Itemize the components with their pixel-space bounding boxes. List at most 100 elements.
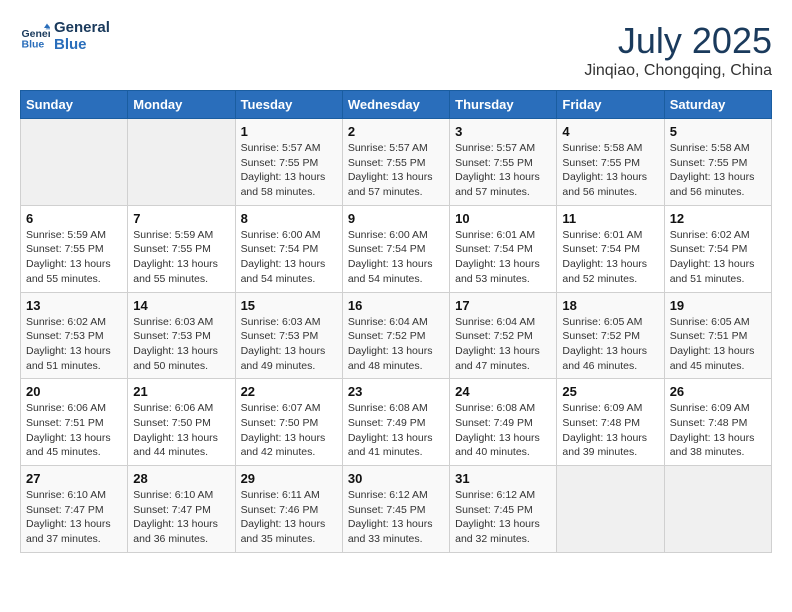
day-cell-empty bbox=[21, 119, 128, 206]
svg-text:Blue: Blue bbox=[22, 38, 45, 50]
day-cell-5: 5 Sunrise: 5:58 AMSunset: 7:55 PMDaylight… bbox=[664, 119, 771, 206]
header-tuesday: Tuesday bbox=[235, 91, 342, 119]
day-info: Sunrise: 6:04 AMSunset: 7:52 PMDaylight:… bbox=[455, 315, 551, 374]
day-number: 23 bbox=[348, 384, 444, 399]
day-number: 21 bbox=[133, 384, 229, 399]
day-info: Sunrise: 6:10 AMSunset: 7:47 PMDaylight:… bbox=[133, 488, 229, 547]
day-number: 5 bbox=[670, 124, 766, 139]
day-cell-21: 21Sunrise: 6:06 AMSunset: 7:50 PMDayligh… bbox=[128, 379, 235, 466]
day-cell-27: 27 Sunrise: 6:10 AMSunset: 7:47 PMDayligh… bbox=[21, 466, 128, 553]
week-row-2: 6Sunrise: 5:59 AMSunset: 7:55 PMDaylight… bbox=[21, 205, 772, 292]
day-number: 14 bbox=[133, 298, 229, 313]
day-info: Sunrise: 6:00 AMSunset: 7:54 PMDaylight:… bbox=[241, 228, 337, 287]
day-info: Sunrise: 6:07 AMSunset: 7:50 PMDaylight:… bbox=[241, 401, 337, 460]
day-info: Sunrise: 6:05 AMSunset: 7:51 PMDaylight:… bbox=[670, 315, 766, 374]
day-info: Sunrise: 6:01 AMSunset: 7:54 PMDaylight:… bbox=[455, 228, 551, 287]
week-row-1: 1Sunrise: 5:57 AMSunset: 7:55 PMDaylight… bbox=[21, 119, 772, 206]
day-info: Sunrise: 5:58 AMSunset: 7:55 PMDaylight:… bbox=[562, 141, 658, 200]
day-cell-empty bbox=[664, 466, 771, 553]
week-row-5: 27 Sunrise: 6:10 AMSunset: 7:47 PMDayligh… bbox=[21, 466, 772, 553]
day-info: Sunrise: 6:00 AMSunset: 7:54 PMDaylight:… bbox=[348, 228, 444, 287]
day-cell-31: 31 Sunrise: 6:12 AMSunset: 7:45 PMDayligh… bbox=[450, 466, 557, 553]
day-info: Sunrise: 6:12 AMSunset: 7:45 PMDaylight:… bbox=[455, 488, 551, 547]
day-number: 7 bbox=[133, 211, 229, 226]
day-info: Sunrise: 6:12 AMSunset: 7:45 PMDaylight:… bbox=[348, 488, 444, 547]
day-number: 22 bbox=[241, 384, 337, 399]
logo: General Blue General Blue bbox=[20, 20, 110, 53]
day-cell-20: 20 Sunrise: 6:06 AMSunset: 7:51 PMDayligh… bbox=[21, 379, 128, 466]
header-saturday: Saturday bbox=[664, 91, 771, 119]
day-number: 19 bbox=[670, 298, 766, 313]
day-cell-16: 16Sunrise: 6:04 AMSunset: 7:52 PMDayligh… bbox=[342, 292, 449, 379]
day-cell-26: 26 Sunrise: 6:09 AMSunset: 7:48 PMDayligh… bbox=[664, 379, 771, 466]
day-cell-13: 13 Sunrise: 6:02 AMSunset: 7:53 PMDayligh… bbox=[21, 292, 128, 379]
calendar-body: 1Sunrise: 5:57 AMSunset: 7:55 PMDaylight… bbox=[21, 119, 772, 553]
day-number: 29 bbox=[241, 471, 337, 486]
header-sunday: Sunday bbox=[21, 91, 128, 119]
day-number: 18 bbox=[562, 298, 658, 313]
day-number: 13 bbox=[26, 298, 122, 313]
day-cell-4: 4 Sunrise: 5:58 AMSunset: 7:55 PMDaylight… bbox=[557, 119, 664, 206]
day-info: Sunrise: 6:10 AMSunset: 7:47 PMDaylight:… bbox=[26, 488, 122, 547]
day-number: 24 bbox=[455, 384, 551, 399]
day-info: Sunrise: 5:57 AMSunset: 7:55 PMDaylight:… bbox=[241, 141, 337, 200]
day-number: 10 bbox=[455, 211, 551, 226]
location: Jinqiao, Chongqing, China bbox=[584, 62, 772, 80]
header-monday: Monday bbox=[128, 91, 235, 119]
day-number: 20 bbox=[26, 384, 122, 399]
day-info: Sunrise: 5:57 AMSunset: 7:55 PMDaylight:… bbox=[455, 141, 551, 200]
logo-icon: General Blue bbox=[20, 22, 50, 52]
page-header: General Blue General Blue July 2025 Jinq… bbox=[20, 20, 772, 80]
day-info: Sunrise: 6:08 AMSunset: 7:49 PMDaylight:… bbox=[348, 401, 444, 460]
logo-blue: Blue bbox=[54, 37, 110, 54]
day-number: 17 bbox=[455, 298, 551, 313]
day-cell-9: 9Sunrise: 6:00 AMSunset: 7:54 PMDaylight… bbox=[342, 205, 449, 292]
header-friday: Friday bbox=[557, 91, 664, 119]
calendar-table: SundayMondayTuesdayWednesdayThursdayFrid… bbox=[20, 90, 772, 553]
day-number: 31 bbox=[455, 471, 551, 486]
day-number: 26 bbox=[670, 384, 766, 399]
week-row-4: 20 Sunrise: 6:06 AMSunset: 7:51 PMDayligh… bbox=[21, 379, 772, 466]
day-number: 30 bbox=[348, 471, 444, 486]
day-number: 3 bbox=[455, 124, 551, 139]
week-row-3: 13 Sunrise: 6:02 AMSunset: 7:53 PMDayligh… bbox=[21, 292, 772, 379]
day-cell-1: 1Sunrise: 5:57 AMSunset: 7:55 PMDaylight… bbox=[235, 119, 342, 206]
day-info: Sunrise: 6:08 AMSunset: 7:49 PMDaylight:… bbox=[455, 401, 551, 460]
day-info: Sunrise: 6:03 AMSunset: 7:53 PMDaylight:… bbox=[241, 315, 337, 374]
day-number: 28 bbox=[133, 471, 229, 486]
day-cell-19: 19 Sunrise: 6:05 AMSunset: 7:51 PMDayligh… bbox=[664, 292, 771, 379]
day-number: 4 bbox=[562, 124, 658, 139]
day-info: Sunrise: 5:58 AMSunset: 7:55 PMDaylight:… bbox=[670, 141, 766, 200]
day-number: 6 bbox=[26, 211, 122, 226]
day-number: 8 bbox=[241, 211, 337, 226]
day-cell-24: 24 Sunrise: 6:08 AMSunset: 7:49 PMDayligh… bbox=[450, 379, 557, 466]
day-cell-22: 22 Sunrise: 6:07 AMSunset: 7:50 PMDayligh… bbox=[235, 379, 342, 466]
month-year: July 2025 bbox=[584, 20, 772, 62]
day-cell-10: 10 Sunrise: 6:01 AMSunset: 7:54 PMDayligh… bbox=[450, 205, 557, 292]
day-cell-12: 12Sunrise: 6:02 AMSunset: 7:54 PMDayligh… bbox=[664, 205, 771, 292]
day-number: 15 bbox=[241, 298, 337, 313]
day-cell-25: 25 Sunrise: 6:09 AMSunset: 7:48 PMDayligh… bbox=[557, 379, 664, 466]
day-cell-18: 18 Sunrise: 6:05 AMSunset: 7:52 PMDayligh… bbox=[557, 292, 664, 379]
day-cell-11: 11Sunrise: 6:01 AMSunset: 7:54 PMDayligh… bbox=[557, 205, 664, 292]
day-info: Sunrise: 6:02 AMSunset: 7:53 PMDaylight:… bbox=[26, 315, 122, 374]
day-cell-14: 14Sunrise: 6:03 AMSunset: 7:53 PMDayligh… bbox=[128, 292, 235, 379]
day-cell-3: 3 Sunrise: 5:57 AMSunset: 7:55 PMDaylight… bbox=[450, 119, 557, 206]
day-cell-28: 28 Sunrise: 6:10 AMSunset: 7:47 PMDayligh… bbox=[128, 466, 235, 553]
day-cell-17: 17 Sunrise: 6:04 AMSunset: 7:52 PMDayligh… bbox=[450, 292, 557, 379]
day-number: 2 bbox=[348, 124, 444, 139]
day-number: 27 bbox=[26, 471, 122, 486]
day-cell-8: 8 Sunrise: 6:00 AMSunset: 7:54 PMDaylight… bbox=[235, 205, 342, 292]
day-number: 25 bbox=[562, 384, 658, 399]
day-info: Sunrise: 6:09 AMSunset: 7:48 PMDaylight:… bbox=[670, 401, 766, 460]
header-thursday: Thursday bbox=[450, 91, 557, 119]
day-info: Sunrise: 5:57 AMSunset: 7:55 PMDaylight:… bbox=[348, 141, 444, 200]
day-info: Sunrise: 6:05 AMSunset: 7:52 PMDaylight:… bbox=[562, 315, 658, 374]
day-info: Sunrise: 6:06 AMSunset: 7:51 PMDaylight:… bbox=[26, 401, 122, 460]
day-number: 12 bbox=[670, 211, 766, 226]
calendar-header-row: SundayMondayTuesdayWednesdayThursdayFrid… bbox=[21, 91, 772, 119]
day-cell-29: 29Sunrise: 6:11 AMSunset: 7:46 PMDayligh… bbox=[235, 466, 342, 553]
day-info: Sunrise: 6:09 AMSunset: 7:48 PMDaylight:… bbox=[562, 401, 658, 460]
day-cell-2: 2 Sunrise: 5:57 AMSunset: 7:55 PMDaylight… bbox=[342, 119, 449, 206]
day-cell-7: 7Sunrise: 5:59 AMSunset: 7:55 PMDaylight… bbox=[128, 205, 235, 292]
